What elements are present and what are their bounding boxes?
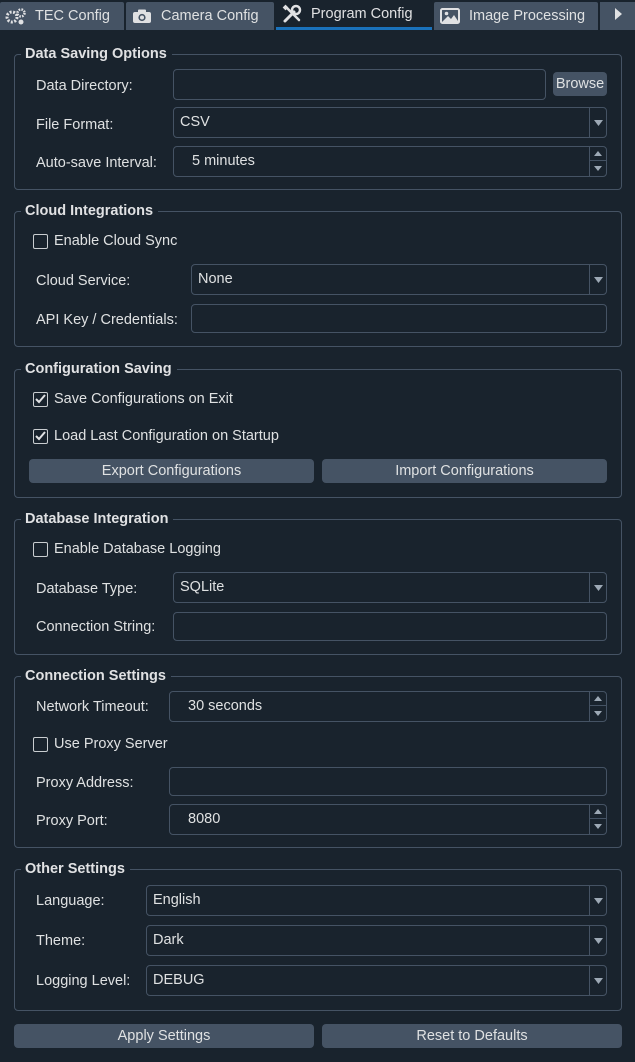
api-key-input[interactable] xyxy=(191,304,607,333)
group-configuration-saving: Configuration Saving Save Configurations… xyxy=(14,360,622,498)
tab-label: TEC Config xyxy=(35,8,110,24)
checkbox-label: Enable Cloud Sync xyxy=(54,233,178,249)
file-format-select[interactable]: CSV xyxy=(173,107,607,138)
chevron-down-icon xyxy=(589,886,606,915)
enable-cloud-sync-checkbox[interactable]: Enable Cloud Sync xyxy=(33,233,177,249)
autosave-interval-label: Auto-save Interval: xyxy=(36,155,157,171)
proxy-address-input[interactable] xyxy=(169,767,607,796)
chevron-down-icon xyxy=(589,573,606,602)
data-directory-label: Data Directory: xyxy=(36,78,133,94)
connection-string-label: Connection String: xyxy=(36,619,156,635)
checkbox-label: Load Last Configuration on Startup xyxy=(54,428,279,444)
chevron-down-icon xyxy=(589,108,606,137)
enable-database-logging-checkbox[interactable]: Enable Database Logging xyxy=(33,541,221,557)
export-configurations-button[interactable]: Export Configurations xyxy=(29,459,314,483)
autosave-interval-spinbox[interactable]: 5 minutes xyxy=(173,146,607,177)
theme-select[interactable]: Dark xyxy=(146,925,607,956)
proxy-port-label: Proxy Port: xyxy=(36,813,108,829)
group-title: Database Integration xyxy=(21,510,174,528)
checkmark-icon xyxy=(33,428,48,444)
spin-down-icon[interactable] xyxy=(590,161,606,175)
network-timeout-value: 30 seconds xyxy=(188,698,263,714)
spin-down-icon[interactable] xyxy=(590,706,606,720)
logging-level-value: DEBUG xyxy=(153,972,205,988)
tab-scroll-right-button[interactable] xyxy=(600,2,635,30)
file-format-value: CSV xyxy=(180,114,210,130)
network-timeout-label: Network Timeout: xyxy=(36,699,149,715)
spin-up-icon[interactable] xyxy=(590,805,606,819)
language-value: English xyxy=(153,892,201,908)
group-title: Data Saving Options xyxy=(21,45,172,63)
group-other-settings: Other Settings Language: English Theme: … xyxy=(14,860,622,1011)
group-title: Configuration Saving xyxy=(21,360,177,378)
use-proxy-checkbox[interactable]: Use Proxy Server xyxy=(33,736,168,752)
file-format-label: File Format: xyxy=(36,117,114,133)
language-label: Language: xyxy=(36,893,105,909)
load-last-config-checkbox[interactable]: Load Last Configuration on Startup xyxy=(33,428,279,444)
group-cloud-integrations: Cloud Integrations Enable Cloud Sync Clo… xyxy=(14,202,622,347)
theme-value: Dark xyxy=(153,932,184,948)
chevron-down-icon xyxy=(589,926,606,955)
spin-down-icon[interactable] xyxy=(590,819,606,833)
checkbox-unchecked-icon xyxy=(33,541,48,557)
group-title: Other Settings xyxy=(21,860,130,878)
cloud-service-value: None xyxy=(198,271,233,287)
checkbox-label: Enable Database Logging xyxy=(54,541,221,557)
tab-label: Program Config xyxy=(311,5,413,22)
proxy-address-label: Proxy Address: xyxy=(36,775,134,791)
database-type-select[interactable]: SQLite xyxy=(173,572,607,603)
cloud-service-select[interactable]: None xyxy=(191,264,607,295)
proxy-port-spinbox[interactable]: 8080 xyxy=(169,804,607,835)
group-title: Connection Settings xyxy=(21,667,171,685)
logging-level-label: Logging Level: xyxy=(36,973,131,989)
proxy-port-value: 8080 xyxy=(188,811,221,827)
logging-level-select[interactable]: DEBUG xyxy=(146,965,607,996)
connection-string-input[interactable] xyxy=(173,612,607,641)
checkbox-label: Use Proxy Server xyxy=(54,736,168,752)
tab-label: Image Processing xyxy=(469,8,586,24)
save-on-exit-checkbox[interactable]: Save Configurations on Exit xyxy=(33,391,233,407)
group-data-saving: Data Saving Options Data Directory: Brow… xyxy=(14,45,622,190)
autosave-interval-value: 5 minutes xyxy=(192,153,255,169)
reset-to-defaults-button[interactable]: Reset to Defaults xyxy=(322,1024,622,1048)
tab-program-config[interactable]: Program Config xyxy=(276,0,432,30)
cloud-service-label: Cloud Service: xyxy=(36,273,131,289)
language-select[interactable]: English xyxy=(146,885,607,916)
browse-button[interactable]: Browse xyxy=(553,72,607,96)
group-database-integration: Database Integration Enable Database Log… xyxy=(14,510,622,655)
group-title: Cloud Integrations xyxy=(21,202,159,220)
import-configurations-button[interactable]: Import Configurations xyxy=(322,459,607,483)
checkbox-label: Save Configurations on Exit xyxy=(54,391,233,407)
database-type-label: Database Type: xyxy=(36,581,138,597)
checkbox-unchecked-icon xyxy=(33,233,48,249)
network-timeout-spinbox[interactable]: 30 seconds xyxy=(169,691,607,722)
chevron-right-icon xyxy=(613,7,623,25)
chevron-down-icon xyxy=(589,966,606,995)
apply-settings-button[interactable]: Apply Settings xyxy=(14,1024,314,1048)
checkmark-icon xyxy=(33,391,48,407)
api-key-label: API Key / Credentials: xyxy=(36,312,178,328)
tab-bar: TEC Config Camera Config Program Config … xyxy=(0,0,635,30)
data-directory-input[interactable] xyxy=(173,69,546,100)
chevron-down-icon xyxy=(589,265,606,294)
tab-tec-config[interactable]: TEC Config xyxy=(0,2,124,30)
tools-icon xyxy=(281,4,303,24)
camera-icon xyxy=(131,6,153,26)
theme-label: Theme: xyxy=(36,933,86,949)
tab-camera-config[interactable]: Camera Config xyxy=(126,2,274,30)
image-icon xyxy=(439,6,461,26)
database-type-value: SQLite xyxy=(180,579,225,595)
gears-icon xyxy=(5,6,27,26)
spin-up-icon[interactable] xyxy=(590,692,606,706)
tab-label: Camera Config xyxy=(161,8,259,24)
spin-up-icon[interactable] xyxy=(590,147,606,161)
group-connection-settings: Connection Settings Network Timeout: 30 … xyxy=(14,667,622,848)
checkbox-unchecked-icon xyxy=(33,736,48,752)
tab-image-processing[interactable]: Image Processing xyxy=(434,2,598,30)
